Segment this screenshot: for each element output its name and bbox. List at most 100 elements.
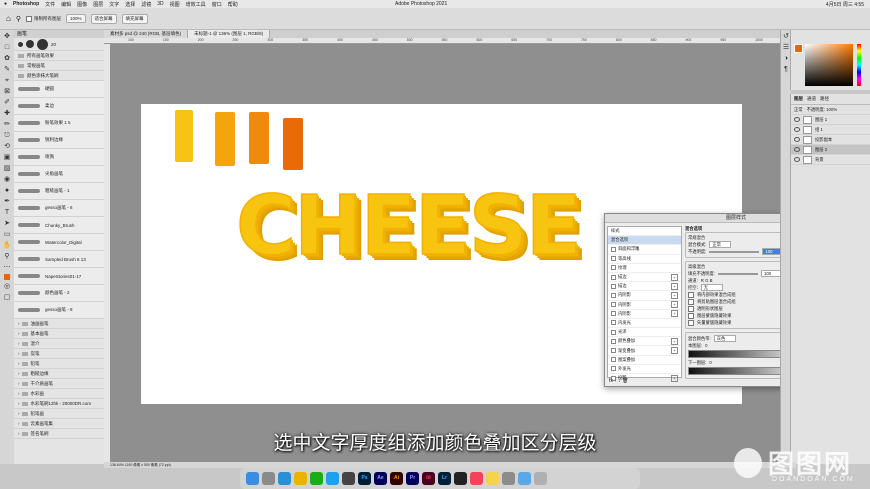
menu-plugins[interactable]: 增效工具 [186, 1, 206, 8]
style-checkbox[interactable] [611, 338, 616, 344]
style-list-item[interactable]: 等高线 [608, 255, 681, 264]
add-effect-icon[interactable]: + [671, 301, 678, 309]
blur-tool-icon[interactable]: ◉ [3, 175, 12, 184]
zoom-value[interactable]: 100% [65, 14, 86, 23]
brush-item[interactable]: Sampled Brush 6 13 [14, 251, 104, 268]
lasso-tool-icon[interactable]: ✿ [3, 54, 12, 63]
tab-channels[interactable]: 通道 [807, 96, 816, 102]
add-effect-icon[interactable]: + [671, 347, 678, 355]
eye-icon[interactable] [794, 117, 800, 122]
style-checkbox[interactable] [611, 292, 616, 298]
eye-icon[interactable] [794, 147, 800, 152]
brush-tool-icon[interactable]: ✏ [3, 120, 12, 129]
add-effect-icon[interactable]: + [671, 374, 678, 382]
eye-icon[interactable] [794, 157, 800, 162]
stamp-tool-icon[interactable]: ⎋ [3, 131, 12, 140]
menu-filter[interactable]: 滤镜 [141, 1, 151, 8]
brush-item[interactable]: 喷溅 [14, 149, 104, 166]
style-checkbox[interactable] [611, 348, 616, 354]
style-list-item[interactable]: 内阴影 + [608, 310, 681, 319]
style-checkbox[interactable] [611, 329, 616, 335]
shape-tool-icon[interactable]: ▭ [3, 230, 12, 239]
style-list-item[interactable]: 样式 [608, 227, 681, 237]
add-effect-icon[interactable]: + [671, 291, 678, 299]
brush-group[interactable]: 颜色涂抹大笔刷 [14, 71, 104, 81]
brush-folder[interactable]: › 基本画笔 [14, 329, 104, 339]
eye-icon[interactable] [794, 127, 800, 132]
healing-tool-icon[interactable]: ✚ [3, 109, 12, 118]
color-field[interactable] [805, 44, 853, 86]
brush-item[interactable]: Watercolor_Digital [14, 234, 104, 251]
menu-edit[interactable]: 编辑 [61, 1, 71, 8]
tab-doc-1[interactable]: 素材多 psd @ 240 (RGB, 基层填色) [104, 30, 189, 38]
style-list-item[interactable]: 渐变叠加 + [608, 346, 681, 356]
menu-file[interactable]: 文件 [45, 1, 55, 8]
option-checkbox[interactable] [688, 319, 694, 326]
brush-item[interactable]: Chunky_Brush [14, 217, 104, 234]
brush-folder[interactable]: › 湿介 [14, 339, 104, 349]
crop-tool-icon[interactable]: ⌖ [3, 76, 12, 85]
brush-group[interactable]: 常规画笔 [14, 61, 104, 71]
notes-icon[interactable] [486, 472, 499, 485]
qq-icon[interactable] [326, 472, 339, 485]
brush-folder[interactable]: › 炭笔 [14, 349, 104, 359]
menu-3d[interactable]: 3D [157, 1, 163, 7]
layer-row[interactable]: 图层 2 [791, 145, 870, 155]
add-effect-icon[interactable]: + [671, 337, 678, 345]
layer-opacity[interactable]: 不透明度: 100% [807, 107, 838, 113]
brush-item[interactable]: 锐利边缘 [14, 132, 104, 149]
marquee-tool-icon[interactable]: □ [3, 43, 12, 52]
opacity-slider[interactable] [709, 250, 760, 253]
brush-item[interactable]: 粗糙画笔 - 1 [14, 183, 104, 200]
pen-tool-icon[interactable]: ✒ [3, 197, 12, 206]
option-checkbox[interactable] [688, 305, 694, 312]
move-up-icon[interactable]: ↑ [614, 378, 617, 384]
safari-icon[interactable] [278, 472, 291, 485]
brush-item[interactable]: NapeStories01-17 [14, 268, 104, 285]
fill-opacity-slider[interactable] [717, 272, 758, 275]
indesign-icon[interactable]: Id [422, 472, 435, 485]
style-list-item[interactable]: 内阴影 + [608, 291, 681, 301]
style-checkbox[interactable] [611, 357, 616, 363]
layer-row[interactable]: 图层 1 [791, 115, 870, 125]
fx-icon[interactable]: fx [609, 378, 613, 384]
menu-image[interactable]: 图像 [77, 1, 87, 8]
option-checkbox[interactable] [688, 291, 694, 298]
style-checkbox[interactable] [611, 274, 616, 280]
wechat-icon[interactable] [310, 472, 323, 485]
brush-folder[interactable]: › 粗糙边缘 [14, 369, 104, 379]
style-list-item[interactable]: 斜面和浮雕 [608, 245, 681, 255]
brush-item[interactable]: gesso画笔 - 6 [14, 200, 104, 217]
style-list-item[interactable]: 混合选项 [608, 236, 681, 246]
hand-tool-icon[interactable]: ✋ [3, 241, 12, 250]
settings-icon[interactable] [502, 472, 515, 485]
brush-size-row[interactable]: 20 [14, 38, 104, 51]
style-list-item[interactable]: 光泽 [608, 328, 681, 338]
layer-row[interactable]: 组 1 [791, 125, 870, 135]
brush-folder[interactable]: › 水彩画 [14, 389, 104, 399]
type-tool-icon[interactable]: T [3, 208, 12, 217]
layer-blend-mode[interactable]: 正常 [794, 107, 803, 113]
zoom-tool-icon[interactable]: ⚲ [3, 252, 12, 261]
aftereffects-icon[interactable]: Ae [374, 472, 387, 485]
eraser-tool-icon[interactable]: ▣ [3, 153, 12, 162]
add-effect-icon[interactable]: + [671, 282, 678, 290]
brush-group[interactable]: 所有画笔效果 [14, 51, 104, 61]
menu-select[interactable]: 选择 [125, 1, 135, 8]
zoom-tool-icon[interactable]: ⚲ [16, 15, 21, 23]
option-checkbox[interactable] [688, 312, 694, 319]
illustrator-icon[interactable]: Ai [390, 472, 403, 485]
style-checkbox[interactable] [611, 265, 616, 271]
frame-tool-icon[interactable]: ⊠ [3, 87, 12, 96]
style-checkbox[interactable] [611, 366, 616, 372]
chrome-icon[interactable] [294, 472, 307, 485]
channels-checkboxes[interactable]: R G B [701, 278, 713, 283]
brush-item[interactable]: 粉笔效果 1 5 [14, 115, 104, 132]
tab-doc-2[interactable]: 未标题-1 @ 136% (图层 1, RGB/8) [188, 30, 271, 38]
tab-paths[interactable]: 路径 [820, 96, 829, 102]
finalcut-icon[interactable] [342, 472, 355, 485]
app-menu[interactable]: Photoshop [13, 1, 39, 7]
style-list-item[interactable]: 外发光 [608, 365, 681, 374]
brush-item[interactable]: 硬圆 [14, 81, 104, 98]
fill-screen-button[interactable]: 填充屏幕 [121, 13, 148, 24]
